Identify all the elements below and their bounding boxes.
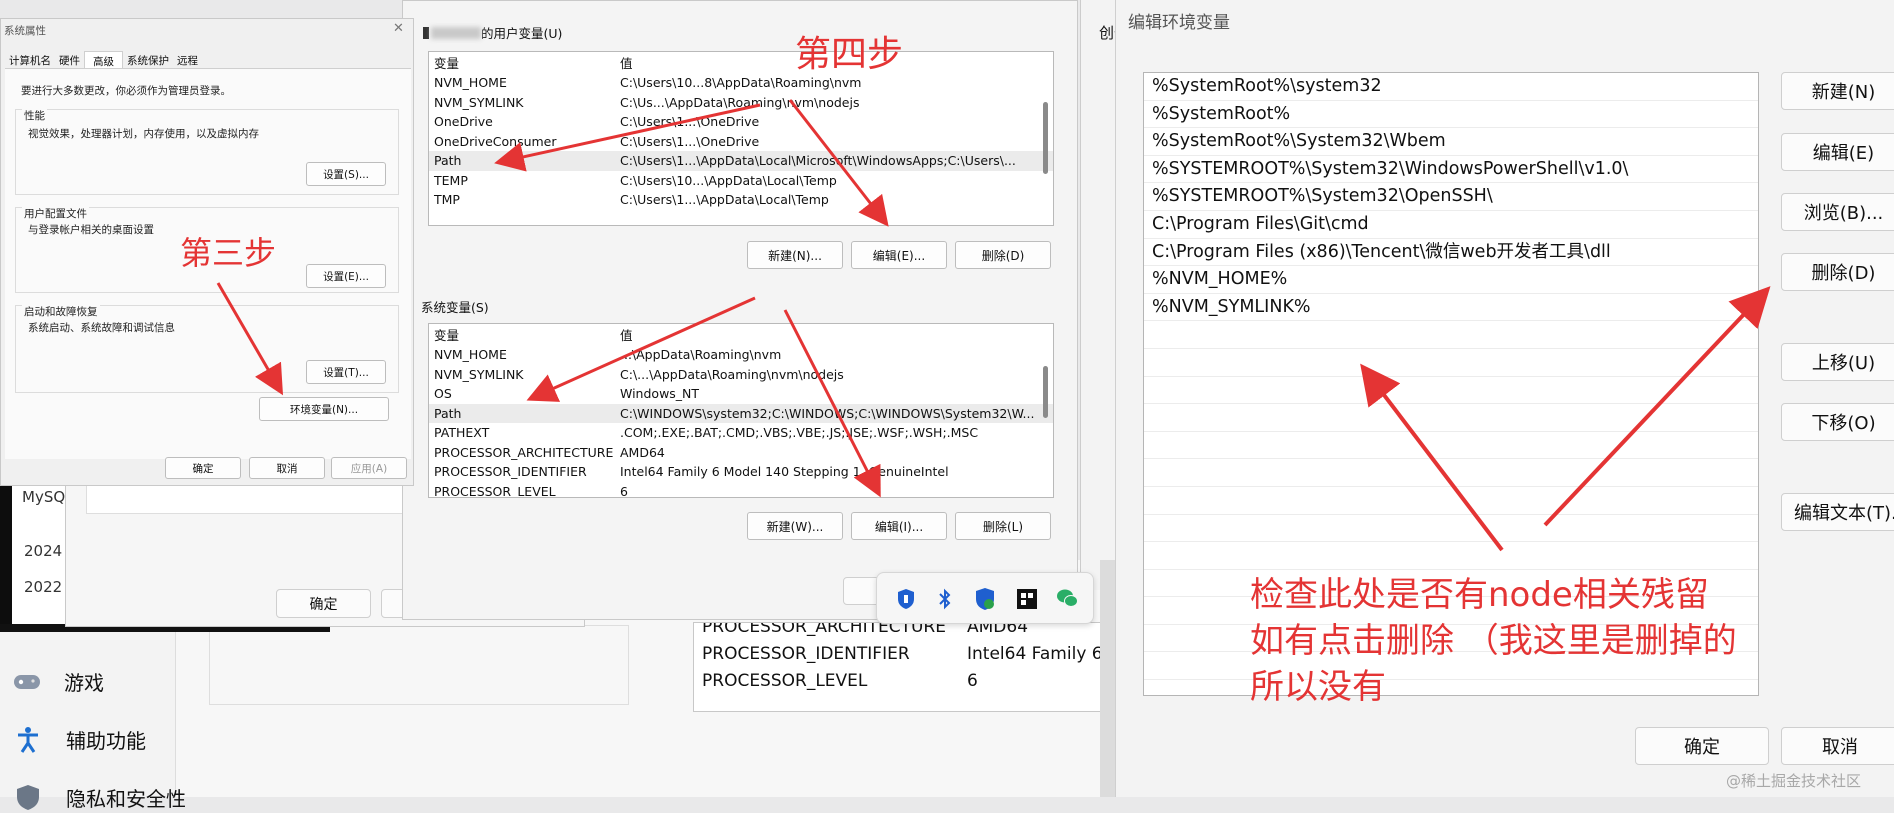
arrow-sys-path: [526, 296, 756, 402]
arrow-list: [1360, 363, 1504, 552]
arrow-user-path: [494, 103, 761, 172]
arrow-delete: [1543, 286, 1771, 527]
arrow-sys-edit: [783, 309, 881, 498]
annotation-arrows: [216, 99, 1771, 552]
watermark: @稀土掘金技术社区: [1726, 772, 1862, 790]
arrow-step3: [216, 282, 284, 396]
arrow-user-edit: [788, 99, 889, 227]
